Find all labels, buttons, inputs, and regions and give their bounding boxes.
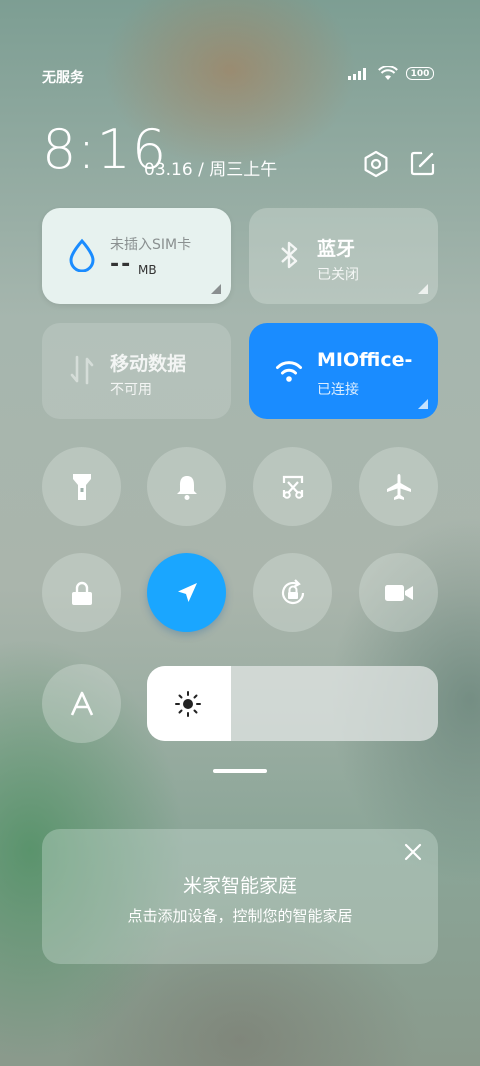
- screenshot-toggle[interactable]: [253, 447, 332, 526]
- close-icon[interactable]: [404, 843, 422, 861]
- location-toggle[interactable]: [147, 553, 226, 632]
- bluetooth-icon: [281, 241, 298, 269]
- rotation-lock-toggle[interactable]: [253, 553, 332, 632]
- lock-screen-toggle[interactable]: [42, 553, 121, 632]
- signal-icon: [348, 68, 366, 80]
- airplane-icon: [386, 473, 411, 500]
- clock-date: 03.16 / 周三上午: [144, 160, 278, 180]
- settings-gear-icon[interactable]: [362, 150, 390, 178]
- water-drop-icon: [69, 238, 95, 272]
- data-usage-value: --: [110, 252, 133, 277]
- expand-corner-icon: [211, 284, 221, 294]
- panel-drag-handle[interactable]: [213, 769, 267, 773]
- mihome-title: 米家智能家庭: [182, 875, 297, 897]
- wifi-tile[interactable]: MIOffice- 已连接: [249, 323, 438, 419]
- status-icons: 100: [348, 66, 434, 81]
- airplane-mode-toggle[interactable]: [359, 447, 438, 526]
- mobile-data-tile[interactable]: 移动数据 不可用: [42, 323, 231, 419]
- mobile-data-title: 移动数据: [110, 353, 187, 375]
- video-camera-icon: [384, 584, 413, 601]
- battery-indicator: 100: [406, 67, 434, 80]
- mobile-data-status: 不可用: [110, 382, 152, 398]
- bluetooth-status: 已关闭: [317, 267, 359, 283]
- flashlight-toggle[interactable]: [42, 447, 121, 526]
- screenshot-icon: [282, 475, 303, 499]
- brightness-slider[interactable]: [147, 666, 438, 741]
- lock-icon: [71, 581, 92, 605]
- flashlight-icon: [72, 473, 91, 500]
- wifi-status-icon: [378, 66, 398, 80]
- font-a-icon: [70, 691, 93, 716]
- bluetooth-tile[interactable]: 蓝牙 已关闭: [249, 208, 438, 304]
- bluetooth-title: 蓝牙: [317, 238, 356, 260]
- sound-toggle[interactable]: [147, 447, 226, 526]
- location-icon: [177, 582, 197, 602]
- wifi-status: 已连接: [317, 382, 359, 398]
- carrier-status: 无服务: [42, 70, 84, 86]
- expand-corner-icon: [418, 284, 428, 294]
- edit-icon[interactable]: [410, 150, 436, 176]
- data-usage-unit: MB: [138, 263, 157, 277]
- mihome-subtitle: 点击添加设备，控制您的智能家居: [127, 907, 353, 925]
- rotation-lock-icon: [281, 578, 304, 604]
- bell-icon: [176, 475, 197, 500]
- wifi-icon: [276, 361, 302, 382]
- font-size-toggle[interactable]: [42, 664, 121, 743]
- mobile-data-arrows-icon: [70, 355, 94, 385]
- mihome-card[interactable]: 米家智能家庭 点击添加设备，控制您的智能家居: [42, 829, 438, 964]
- sim-label: 未插入SIM卡: [110, 237, 192, 253]
- sun-icon: [175, 691, 201, 717]
- sim-data-tile[interactable]: 未插入SIM卡 -- MB: [42, 208, 231, 304]
- expand-corner-icon: [418, 399, 428, 409]
- wifi-network-name: MIOffice-: [317, 349, 413, 371]
- screen-record-toggle[interactable]: [359, 553, 438, 632]
